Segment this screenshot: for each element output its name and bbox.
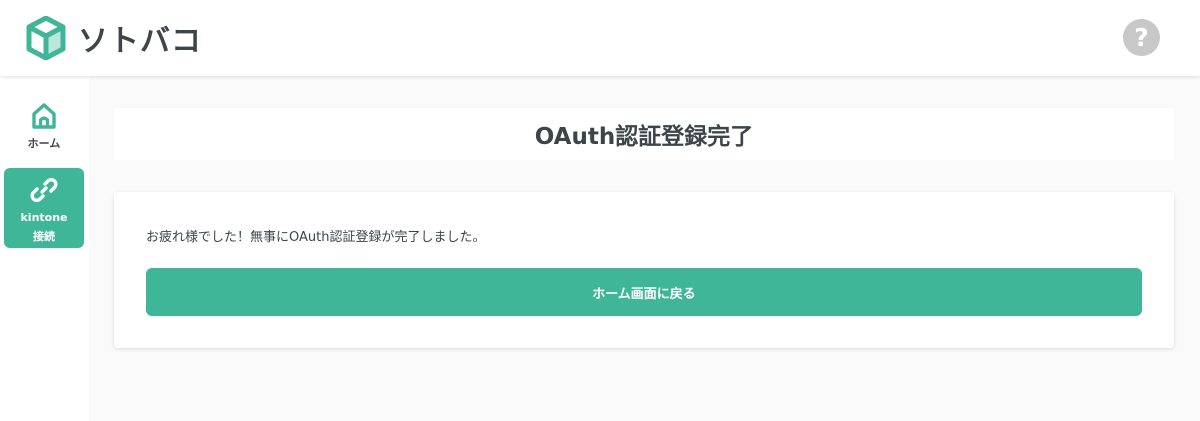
sidebar-item-home[interactable]: ホーム (4, 100, 84, 160)
sidebar-item-label-sub: 接続 (33, 230, 55, 243)
sidebar: ホーム kintone 接続 (0, 76, 89, 421)
completion-message: お疲れ様でした！無事にOAuth認証登録が完了しました。 (146, 230, 486, 245)
sidebar-item-kintone[interactable]: kintone 接続 (4, 168, 84, 248)
sidebar-item-label: kintone (20, 211, 68, 224)
brand-name: ソトバコ (78, 24, 202, 59)
cube-logo-icon (26, 16, 66, 60)
completion-card: お疲れ様でした！無事にOAuth認証登録が完了しました。 ホーム画面に戻る (114, 192, 1174, 348)
page-title: OAuth認証登録完了 (534, 124, 754, 150)
app-header: ソトバコ ? (0, 0, 1200, 76)
brand-logo[interactable]: ソトバコ (26, 15, 202, 61)
back-to-home-button[interactable]: ホーム画面に戻る (146, 268, 1142, 316)
sidebar-item-label: ホーム (27, 137, 61, 150)
link-icon (30, 177, 58, 203)
home-icon (32, 103, 56, 129)
question-circle-icon: ? (1134, 23, 1149, 52)
page-title-bar: OAuth認証登録完了 (114, 108, 1174, 160)
help-button[interactable]: ? (1123, 19, 1160, 56)
